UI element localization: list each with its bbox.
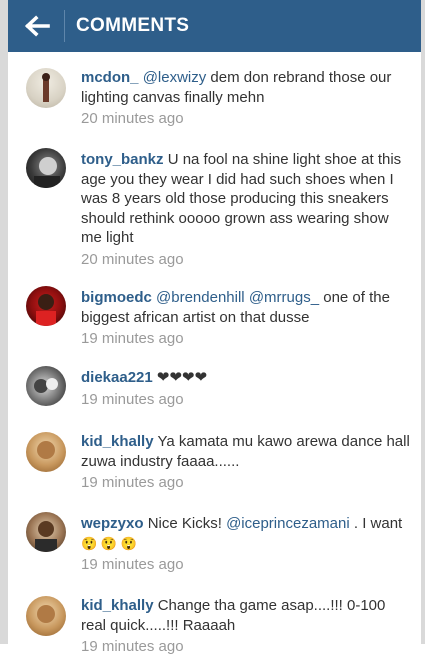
comment-timestamp: 19 minutes ago [81,330,184,347]
comment-body: kid_khally Change tha game asap....!!! 0… [81,596,411,657]
avatar[interactable] [26,148,66,188]
comment-timestamp: 19 minutes ago [81,638,184,655]
comment-mention[interactable]: @brendenhill [156,289,245,306]
comment-body: diekaa221 ❤❤❤❤ 19 minutes ago [81,368,411,409]
avatar[interactable] [26,432,66,472]
back-button[interactable] [22,11,52,41]
comment-text: Nice Kicks! [147,515,227,532]
comment-mention[interactable]: @lexwizy [143,69,207,86]
arrow-left-icon [24,15,50,37]
right-frame [421,0,425,644]
avatar[interactable] [26,596,66,636]
avatar[interactable] [26,68,66,108]
comment-username[interactable]: kid_khally [81,597,154,614]
comment-username[interactable]: mcdon_ [81,69,139,86]
page-title: COMMENTS [76,15,190,36]
comment-body: mcdon_ @lexwizy dem don rebrand those ou… [81,68,411,129]
avatar[interactable] [26,366,66,406]
avatar[interactable] [26,286,66,326]
comment-mention[interactable]: @iceprincezamani [226,515,350,532]
comment-mention[interactable]: @mrrugs_ [249,289,319,306]
app-header: COMMENTS [8,0,421,52]
astonished-face-icons: 😲 😲 😲 [81,535,137,551]
comment-timestamp: 19 minutes ago [81,474,184,491]
comment-body: bigmoedc @brendenhill @mrrugs_ one of th… [81,288,411,349]
comment-body: kid_khally Ya kamata mu kawo arewa dance… [81,432,411,493]
comment-timestamp: 19 minutes ago [81,390,184,408]
left-frame [0,0,8,644]
comment-timestamp: 19 minutes ago [81,556,184,573]
header-divider [64,10,65,42]
comment-timestamp: 20 minutes ago [81,250,184,268]
comment-username[interactable]: wepzyxo [81,515,144,532]
comment-username[interactable]: diekaa221 [81,369,153,386]
comment-body: wepzyxo Nice Kicks! @iceprincezamani . I… [81,514,411,575]
comment-text: . I want [349,515,403,532]
heart-icons: ❤❤❤❤ [156,369,208,386]
comment-username[interactable]: tony_bankz [81,151,164,168]
comment-timestamp: 20 minutes ago [81,110,184,127]
comment-body: tony_bankz U na fool na shine light shoe… [81,150,411,269]
comment-username[interactable]: kid_khally [81,433,154,450]
comment-username[interactable]: bigmoedc [81,289,152,306]
avatar[interactable] [26,512,66,552]
